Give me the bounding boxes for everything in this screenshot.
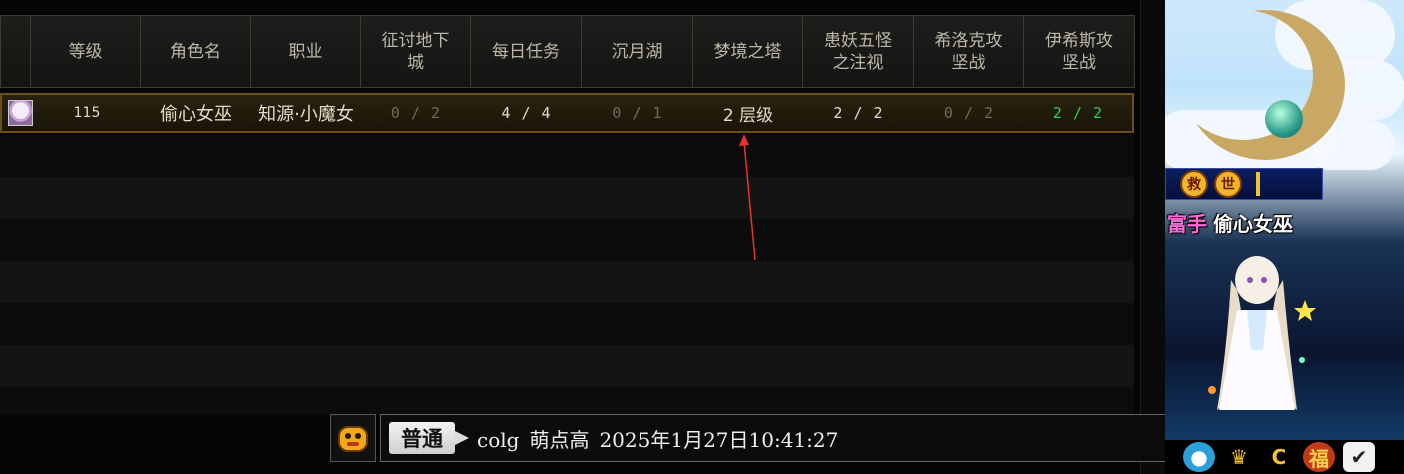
- chat-channel-badge[interactable]: 普通: [389, 422, 455, 454]
- cell-fiends-gaze: 2 / 2: [833, 104, 884, 122]
- cell-character-name: 偷心女巫: [160, 104, 232, 125]
- fortune-bag-icon[interactable]: 福: [1303, 442, 1335, 472]
- header-daily-quest[interactable]: 每日任务: [471, 15, 582, 88]
- crystal-orb-icon: [1265, 100, 1303, 138]
- empty-row: [0, 303, 1134, 345]
- character-progress-panel: 等级 角色名 职业 征讨地下 城 每日任务 沉月湖 梦境之塔 患妖五怪 之注视 …: [0, 0, 1165, 474]
- character-showcase: 救 世 富手 偷心女巫: [1165, 0, 1404, 440]
- cell-dream-tower: 2 层级: [722, 105, 774, 126]
- character-portrait: [2, 95, 33, 131]
- c-coin-icon[interactable]: C: [1263, 442, 1295, 472]
- empty-row: [0, 135, 1134, 177]
- cell-isys-raid: 2 / 2: [1052, 104, 1104, 122]
- chat-message-bar[interactable]: 普通 colg 萌点高 2025年1月27日10:41:27: [380, 414, 1196, 462]
- empty-row: [0, 345, 1134, 387]
- header-level[interactable]: 等级: [31, 15, 141, 88]
- chat-timestamp: 2025年1月27日10:41:27: [599, 427, 839, 452]
- player-name-tag: 富手 偷心女巫: [1165, 206, 1299, 238]
- chat-nickname: 萌点高: [529, 427, 590, 452]
- quick-menu: ● ♛ C 福 ✔: [1165, 440, 1404, 474]
- header-moon-lake[interactable]: 沉月湖: [582, 15, 693, 88]
- guild-seal-icon: 世: [1214, 170, 1242, 198]
- checklist-icon[interactable]: ✔: [1343, 442, 1375, 472]
- guild-divider: [1256, 172, 1260, 196]
- cell-moon-lake: 0 / 1: [612, 104, 663, 122]
- table-header: 等级 角色名 职业 征讨地下 城 每日任务 沉月湖 梦境之塔 患妖五怪 之注视 …: [0, 15, 1135, 88]
- empty-row: [0, 261, 1134, 303]
- header-hilock-raid[interactable]: 希洛克攻 坚战: [914, 15, 1024, 88]
- header-dream-tower[interactable]: 梦境之塔: [693, 15, 803, 88]
- crescent-moon-icon: [1185, 10, 1345, 160]
- chat-message: colg 萌点高 2025年1月27日10:41:27: [477, 424, 848, 453]
- table-row[interactable]: 115 偷心女巫 知源·小魔女 0 / 2 4 / 4 0 / 1 2 层级 2…: [0, 93, 1134, 133]
- panel-scroll-gutter: [1140, 0, 1165, 474]
- guild-banner: 救 世: [1165, 168, 1323, 200]
- header-isys-raid[interactable]: 伊希斯攻 坚战: [1024, 15, 1135, 88]
- chat-mascot-icon[interactable]: [330, 414, 376, 462]
- empty-row: [0, 387, 1134, 415]
- channel-badge-tail: [455, 431, 469, 445]
- header-character-name[interactable]: 角色名: [141, 15, 251, 88]
- cell-dungeon: 0 / 2: [390, 104, 442, 122]
- crown-icon[interactable]: ♛: [1223, 442, 1255, 472]
- player-title: 富手: [1167, 211, 1207, 236]
- cell-hilock-raid: 0 / 2: [943, 104, 995, 122]
- avatar: [8, 100, 33, 126]
- header-fiends-gaze[interactable]: 患妖五怪 之注视: [803, 15, 914, 88]
- header-dungeon[interactable]: 征讨地下 城: [361, 15, 471, 88]
- player-name: 偷心女巫: [1213, 211, 1293, 236]
- guild-seal-icon: 救: [1180, 170, 1208, 198]
- cell-class: 知源·小魔女: [258, 104, 354, 125]
- character-sprite-icon: [1208, 256, 1316, 410]
- fish-icon[interactable]: ●: [1183, 442, 1215, 472]
- cell-level: 115: [73, 105, 101, 121]
- header-portrait: [0, 15, 31, 88]
- chat-sender[interactable]: colg: [477, 428, 519, 452]
- empty-row: [0, 219, 1134, 261]
- header-class[interactable]: 职业: [251, 15, 361, 88]
- empty-row: [0, 177, 1134, 219]
- cell-daily-quest: 4 / 4: [501, 104, 552, 122]
